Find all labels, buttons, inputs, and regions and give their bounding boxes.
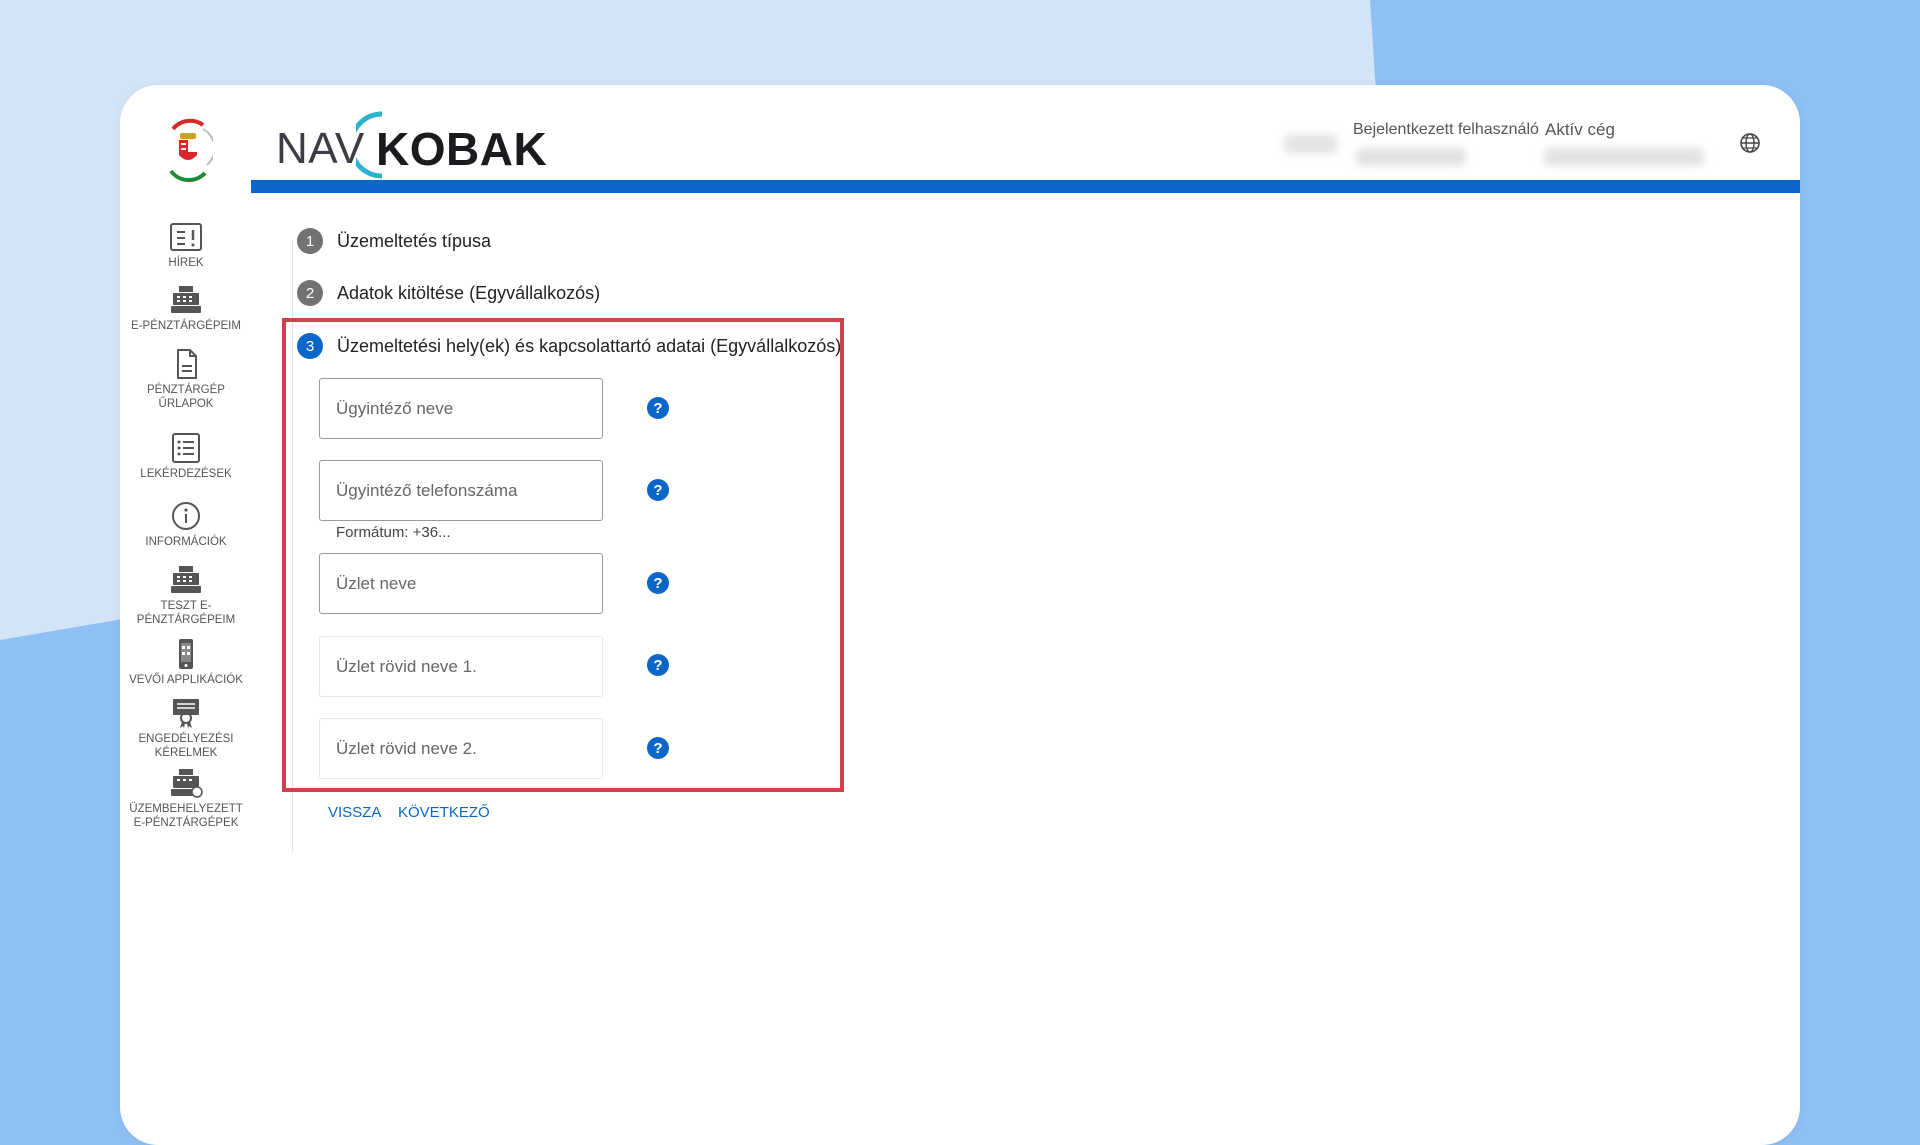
shop-short-name-2-input[interactable] — [319, 718, 603, 779]
brand-nav-text: NAV — [276, 124, 365, 173]
sidebar-item-test-e-cash-registers[interactable]: TESZT E-PÉNZTÁRGÉPEIM — [125, 565, 247, 627]
sidebar-item-label: ÜZEMBEHELYEZETT E-PÉNZTÁRGÉPEK — [129, 803, 243, 829]
next-button[interactable]: KÖVETKEZŐ — [398, 804, 490, 821]
hungarian-coat-of-arms-logo — [169, 118, 213, 183]
help-icon[interactable]: ? — [647, 654, 669, 676]
sidebar-item-label: LEKÉRDEZÉSEK — [140, 468, 232, 480]
globe-icon[interactable] — [1739, 132, 1761, 154]
redacted-block — [1284, 134, 1338, 154]
step-operation-type[interactable]: 1 Üzemeltetés típusa — [297, 228, 491, 254]
help-icon[interactable]: ? — [647, 572, 669, 594]
sidebar-item-permit-requests[interactable]: ENGEDÉLYEZÉSI KÉRELMEK — [125, 698, 247, 760]
sidebar-item-label: VEVŐI APPLIKÁCIÓK — [129, 674, 243, 686]
help-icon[interactable]: ? — [647, 737, 669, 759]
shop-name-input[interactable] — [319, 553, 603, 614]
step-title: Adatok kitöltése (Egyvállalkozós) — [337, 282, 601, 303]
sidebar-item-label: TESZT E-PÉNZTÁRGÉPEIM — [136, 600, 236, 626]
info-icon — [172, 502, 200, 530]
phone-icon — [179, 639, 193, 669]
help-icon[interactable]: ? — [647, 479, 669, 501]
cash-register-icon — [171, 566, 201, 593]
list-icon — [172, 433, 200, 463]
sidebar-item-customer-apps[interactable]: VEVŐI APPLIKÁCIÓK — [125, 639, 247, 687]
step-title: Üzemeltetés típusa — [337, 230, 492, 251]
back-button[interactable]: VISSZA — [328, 804, 381, 821]
sidebar-item-register-forms[interactable]: PÉNZTÁRGÉP ŰRLAPOK — [125, 349, 247, 411]
sidebar-item-information[interactable]: INFORMÁCIÓK — [125, 501, 247, 549]
sidebar-item-label: PÉNZTÁRGÉP ŰRLAPOK — [147, 384, 225, 410]
step-number: 1 — [297, 228, 323, 254]
phone-format-hint: Formátum: +36... — [336, 524, 451, 541]
sidebar-item-label: E-PÉNZTÁRGÉPEIM — [131, 320, 241, 332]
sidebar-item-e-cash-registers[interactable]: E-PÉNZTÁRGÉPEIM — [125, 285, 247, 333]
sidebar-item-queries[interactable]: LEKÉRDEZÉSEK — [125, 433, 247, 481]
cash-register-icon — [171, 286, 201, 313]
cash-register-check-icon — [171, 769, 203, 798]
sidebar-item-installed-e-cash-registers[interactable]: ÜZEMBEHELYEZETT E-PÉNZTÁRGÉPEK — [125, 768, 247, 830]
contact-name-input[interactable] — [319, 378, 603, 439]
sidebar-item-label: HÍREK — [168, 257, 204, 269]
certificate-icon — [173, 699, 199, 728]
document-icon — [177, 349, 197, 379]
logged-in-user-label: Bejelentkezett felhasználó — [1353, 121, 1539, 138]
active-company-label: Aktív cég — [1545, 120, 1615, 139]
step-number: 2 — [297, 280, 323, 306]
sidebar-item-news[interactable]: HÍREK — [125, 222, 247, 270]
step-fill-data[interactable]: 2 Adatok kitöltése (Egyvállalkozós) — [297, 280, 600, 306]
shop-short-name-1-input[interactable] — [319, 636, 603, 697]
redacted-user-name — [1356, 148, 1466, 166]
sidebar-item-label: ENGEDÉLYEZÉSI KÉRELMEK — [138, 733, 234, 759]
redacted-company-name — [1544, 148, 1704, 166]
news-icon — [170, 223, 202, 251]
header-accent-bar — [251, 180, 1800, 193]
brand-kobak-text: KOBAK — [376, 123, 548, 175]
help-icon[interactable]: ? — [647, 397, 669, 419]
contact-phone-input[interactable] — [319, 460, 603, 521]
sidebar-item-label: INFORMÁCIÓK — [145, 536, 227, 548]
